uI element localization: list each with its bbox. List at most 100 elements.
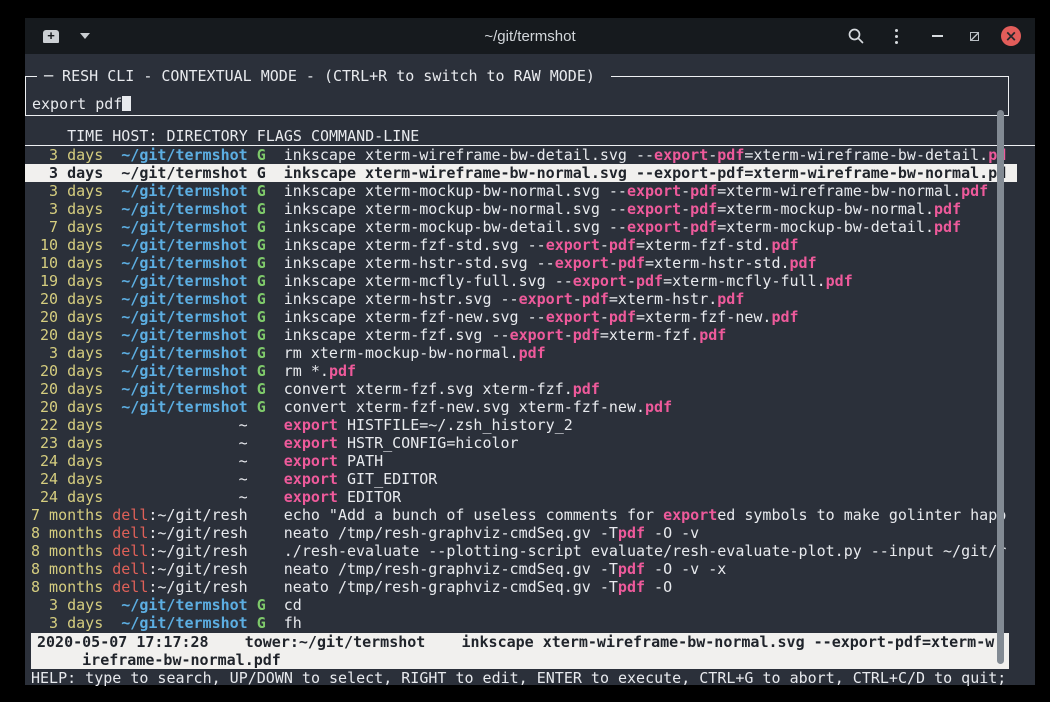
command-text: -O -v (645, 524, 699, 542)
command-match-text: pdf (645, 398, 672, 416)
command-text: inkscape xterm-fzf-new.svg -- (284, 308, 546, 326)
history-row[interactable]: 3 days~/git/termshotGfh (25, 614, 1017, 632)
history-row[interactable]: 23 days~export HSTR_CONFIG=hicolor (25, 434, 1017, 452)
history-row[interactable]: 10 days~/git/termshotGinkscape xterm-hst… (25, 254, 1017, 272)
command-text: =xterm-wireframe-bw-normal. (717, 182, 961, 200)
row-host-directory: ~/git/termshot (112, 146, 247, 164)
row-command: inkscape xterm-mockup-bw-detail.svg --ex… (284, 218, 961, 236)
history-row[interactable]: 8 monthsdell:~/git/resh./resh-evaluate -… (25, 542, 1017, 560)
history-row[interactable]: 3 days~/git/termshotGrm xterm-mockup-bw-… (25, 344, 1017, 362)
history-row[interactable]: 24 days~export PATH (25, 452, 1017, 470)
row-directory: ~/git/termshot (121, 380, 247, 398)
history-row[interactable]: 8 monthsdell:~/git/reshneato /tmp/resh-g… (25, 560, 1017, 578)
history-row[interactable]: 19 days~/git/termshotGinkscape xterm-mcf… (25, 272, 1017, 290)
history-row[interactable]: 7 monthsdell:~/git/reshecho "Add a bunch… (25, 506, 1017, 524)
row-time: 20 days (31, 308, 103, 326)
command-text: - (708, 146, 717, 164)
history-row[interactable]: 3 days~/git/termshotGinkscape xterm-mock… (25, 200, 1017, 218)
row-command: export GIT_EDITOR (284, 470, 438, 488)
row-time: 23 days (31, 434, 103, 452)
history-row[interactable]: 20 days~/git/termshotGinkscape xterm-fzf… (25, 308, 1017, 326)
row-host: dell (112, 542, 148, 560)
new-tab-button[interactable] (38, 24, 64, 48)
row-command: rm *.pdf (284, 362, 356, 380)
history-row[interactable]: 20 days~/git/termshotGconvert xterm-fzf.… (25, 380, 1017, 398)
history-row[interactable]: 3 days~/git/termshotGinkscape xterm-wire… (25, 164, 1017, 182)
command-match-text: pdf (690, 200, 717, 218)
history-row[interactable]: 20 days~/git/termshotGrm *.pdf (25, 362, 1017, 380)
chevron-down-icon[interactable] (80, 33, 90, 39)
row-flags: G (257, 344, 266, 362)
menu-button[interactable] (884, 24, 908, 48)
command-match-text: pdf (934, 218, 961, 236)
history-row[interactable]: 3 days~/git/termshotGcd (25, 596, 1017, 614)
row-command: export PATH (284, 452, 383, 470)
command-match-text: pdf (618, 254, 645, 272)
close-button[interactable]: × (1001, 26, 1021, 46)
command-text: =xterm-fzf-std. (636, 236, 771, 254)
row-time: 22 days (31, 416, 103, 434)
history-row[interactable]: 24 days~export GIT_EDITOR (25, 470, 1017, 488)
row-host: dell (112, 560, 148, 578)
command-text: inkscape xterm-mockup-bw-detail.svg -- (284, 218, 627, 236)
command-match-text: export (284, 452, 338, 470)
history-row[interactable]: 3 days~/git/termshotGinkscape xterm-wire… (25, 146, 1017, 164)
scrollbar-thumb[interactable] (997, 110, 1004, 664)
command-text: inkscape xterm-fzf-std.svg -- (284, 236, 546, 254)
row-host-directory: ~ (112, 416, 247, 434)
row-flags: G (257, 380, 266, 398)
command-match-text: pdf (771, 236, 798, 254)
history-row[interactable]: 10 days~/git/termshotGinkscape xterm-fzf… (25, 236, 1017, 254)
command-text: inkscape xterm-mockup-bw-normal.svg -- (284, 200, 627, 218)
terminal-window: ~/git/termshot × (25, 18, 1035, 685)
row-host-directory: ~ (112, 470, 247, 488)
row-directory: :~/git/resh (148, 578, 247, 596)
row-command: ./resh-evaluate --plotting-script evalua… (284, 542, 1006, 560)
search-button[interactable] (844, 24, 868, 48)
command-match-text: export (573, 272, 627, 290)
command-text: - (600, 236, 609, 254)
command-text: - (681, 218, 690, 236)
history-row[interactable]: 20 days~/git/termshotGconvert xterm-fzf-… (25, 398, 1017, 416)
search-box-title: ─ RESH CLI - CONTEXTUAL MODE - (CTRL+R t… (37, 67, 611, 85)
row-time: 19 days (31, 272, 103, 290)
history-row[interactable]: 20 days~/git/termshotGinkscape xterm-hst… (25, 290, 1017, 308)
history-row[interactable]: 8 monthsdell:~/git/reshneato /tmp/resh-g… (25, 524, 1017, 542)
history-row[interactable]: 24 days~export EDITOR (25, 488, 1017, 506)
command-match-text: export (627, 200, 681, 218)
row-directory: :~/git/resh (148, 506, 247, 524)
search-input[interactable]: export pdf (32, 95, 131, 113)
history-row[interactable]: 3 days~/git/termshotGinkscape xterm-mock… (25, 182, 1017, 200)
history-row[interactable]: 7 days~/git/termshotGinkscape xterm-mock… (25, 218, 1017, 236)
minimize-button[interactable] (925, 24, 949, 48)
row-command: inkscape xterm-hstr.svg --export-pdf=xte… (284, 290, 745, 308)
row-directory: ~ (239, 434, 248, 452)
command-text: ./resh-evaluate --plotting-script evalua… (284, 542, 1006, 560)
status-bar: 2020-05-07 17:17:28 tower:~/git/termshot… (31, 633, 1009, 669)
row-directory: ~/git/termshot (121, 236, 247, 254)
history-row[interactable]: 22 days~export HISTFILE=~/.zsh_history_2 (25, 416, 1017, 434)
command-text: EDITOR (338, 488, 401, 506)
history-row[interactable]: 20 days~/git/termshotGinkscape xterm-fzf… (25, 326, 1017, 344)
command-text: inkscape xterm-fzf.svg -- (284, 326, 510, 344)
history-row[interactable]: 8 monthsdell:~/git/reshneato /tmp/resh-g… (25, 578, 1017, 596)
row-time: 3 days (31, 596, 103, 614)
command-match-text: pdf (717, 146, 744, 164)
command-text: fh (284, 614, 302, 632)
row-flags: G (257, 146, 266, 164)
row-directory: :~/git/resh (148, 524, 247, 542)
restore-button[interactable] (962, 24, 986, 48)
command-text: =xterm-fzf. (600, 326, 699, 344)
command-text: - (600, 308, 609, 326)
row-command: inkscape xterm-fzf-std.svg --export-pdf=… (284, 236, 799, 254)
command-text: =xterm-fzf-new. (636, 308, 771, 326)
help-bar: HELP: type to search, UP/DOWN to select,… (25, 669, 1035, 687)
row-time: 3 days (31, 614, 103, 632)
row-flags: G (257, 398, 266, 416)
command-match-text: export (510, 326, 564, 344)
status-line-1: 2020-05-07 17:17:28 tower:~/git/termshot… (37, 633, 1009, 651)
row-time: 8 months (31, 524, 103, 542)
row-command: fh (284, 614, 302, 632)
row-time: 8 months (31, 542, 103, 560)
row-flags: G (257, 236, 266, 254)
